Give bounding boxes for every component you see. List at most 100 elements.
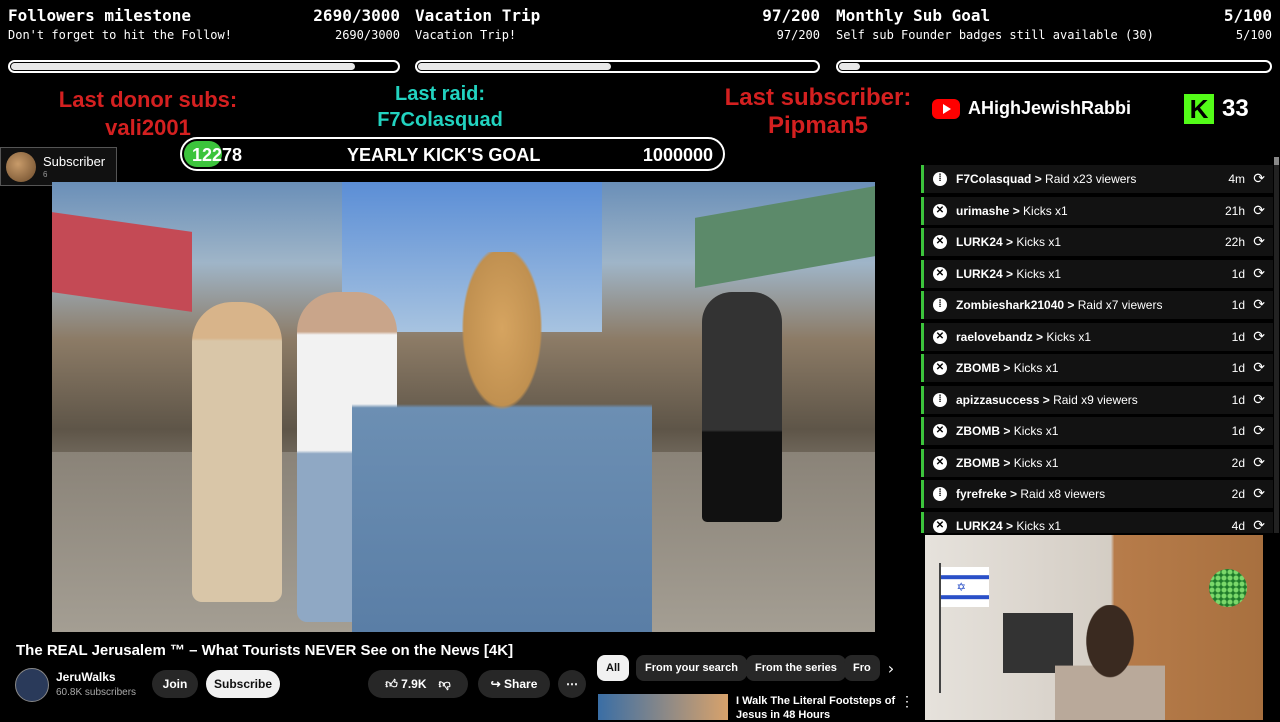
feed-time: 1d xyxy=(1231,392,1245,407)
replay-icon[interactable]: ⟳ xyxy=(1253,485,1265,502)
separator: > xyxy=(1002,266,1017,281)
chip-from-your-search[interactable]: From your search xyxy=(636,655,747,681)
subscribe-button[interactable]: Subscribe xyxy=(206,670,280,698)
replay-icon[interactable]: ⟳ xyxy=(1253,296,1265,313)
join-button[interactable]: Join xyxy=(152,670,198,698)
share-label: Share xyxy=(504,677,538,691)
feed-scrollbar-thumb[interactable] xyxy=(1274,157,1279,165)
thumbs-down-icon[interactable]: 👎︎ xyxy=(439,677,451,691)
goal-value: 2690/3000 xyxy=(313,6,400,25)
recommendation-title[interactable]: I Walk The Literal Footsteps of Jesus in… xyxy=(736,694,896,722)
feed-time: 1d xyxy=(1231,329,1245,344)
feed-user: LURK24 xyxy=(956,235,1003,249)
replay-icon[interactable]: ⟳ xyxy=(1253,328,1265,345)
streamer xyxy=(1055,605,1165,720)
feed-action: Raid x8 viewers xyxy=(1020,487,1106,501)
feed-action: Kicks x1 xyxy=(1013,361,1059,375)
feed-item-text: raelovebandz > Kicks x1 xyxy=(956,330,1091,344)
share-button[interactable]: ↪ Share xyxy=(478,670,550,698)
last-raid-name: F7Colasquad xyxy=(377,109,503,131)
feed-item: ✕ raelovebandz > Kicks x1 1d ⟳ xyxy=(921,322,1273,351)
subscriber-avatar xyxy=(6,152,36,182)
israel-flag-icon: ✡ xyxy=(941,567,989,607)
replay-icon[interactable]: ⟳ xyxy=(1253,265,1265,282)
replay-icon[interactable]: ⟳ xyxy=(1253,233,1265,250)
feed-item: ✕ ZBOMB > Kicks x1 1d ⟳ xyxy=(921,354,1273,382)
yearly-goal-label: YEARLY KICK'S GOAL xyxy=(347,145,541,165)
chevron-right-icon[interactable]: › xyxy=(886,659,896,678)
feed-item: ✕ ZBOMB > Kicks x1 1d ⟳ xyxy=(921,417,1273,445)
video-player[interactable] xyxy=(52,182,875,632)
subscriber-label: Subscriber xyxy=(43,154,106,169)
feed-action: Kicks x1 xyxy=(1013,455,1059,470)
goal-value-sub: 97/200 xyxy=(776,28,820,42)
feed-item: ⁞ apizzasuccess > Raid x9 viewers 1d ⟳ xyxy=(921,385,1273,414)
chip-more[interactable]: Fro xyxy=(844,655,880,681)
youtube-channel-badge: AHighJewishRabbi xyxy=(932,98,1131,119)
feed-action: Kicks x1 xyxy=(1016,235,1062,249)
like-count: 7.9K xyxy=(401,677,427,691)
yearly-goal-current: 12278 xyxy=(192,145,243,165)
channel-name[interactable]: JeruWalks xyxy=(56,670,116,684)
separator: > xyxy=(1031,172,1046,186)
kick-icon: ✕ xyxy=(933,235,947,249)
chip-from-the-series[interactable]: From the series xyxy=(746,655,846,681)
feed-user: fyrefreke xyxy=(956,487,1007,501)
replay-icon[interactable]: ⟳ xyxy=(1253,359,1265,376)
raid-icon: ⁞ xyxy=(933,172,947,186)
goal-value-sub: 5/100 xyxy=(1235,28,1272,42)
video-awning xyxy=(52,212,192,312)
replay-icon[interactable]: ⟳ xyxy=(1253,454,1265,471)
feed-item-text: ZBOMB > Kicks x1 xyxy=(956,361,1058,375)
feed-action: Kicks x1 xyxy=(1016,266,1062,281)
feed-time: 2d xyxy=(1231,487,1245,501)
replay-icon[interactable]: ⟳ xyxy=(1253,202,1265,219)
recommendation-thumbnail[interactable] xyxy=(598,694,728,720)
feed-action: Raid x23 viewers xyxy=(1045,172,1137,186)
kick-icon: ✕ xyxy=(933,455,947,470)
feed-user: LURK24 xyxy=(956,518,1003,533)
kick-icon: ✕ xyxy=(933,266,947,281)
thumbs-up-icon: 👍︎ xyxy=(385,677,402,691)
more-options-button[interactable]: ⋯ xyxy=(558,670,586,698)
feed-item: ✕ ZBOMB > Kicks x1 2d ⟳ xyxy=(921,448,1273,477)
feed-item: ✕ LURK24 > Kicks x1 1d ⟳ xyxy=(921,259,1273,288)
goal-value: 5/100 xyxy=(1223,6,1272,25)
goal-subtitle: Vacation Trip! xyxy=(415,28,517,42)
feed-item: ✕ LURK24 > Kicks x1 4d ⟳ xyxy=(921,511,1273,534)
channel-avatar[interactable] xyxy=(15,668,49,702)
youtube-logo-icon xyxy=(932,98,960,119)
feed-item-text: LURK24 > Kicks x1 xyxy=(956,267,1061,281)
separator: > xyxy=(1000,424,1014,438)
goal-monthly-sub: Monthly Sub Goal 5/100 Self sub Founder b… xyxy=(828,0,1280,82)
goal-value: 97/200 xyxy=(762,6,820,25)
kebab-menu-icon[interactable]: ⋮ xyxy=(900,694,914,710)
like-button[interactable]: 👍︎ 7.9K 👎︎ xyxy=(368,670,468,698)
last-raid-alert: Last raid: F7Colasquad xyxy=(350,81,530,133)
activity-feed: ⁞ F7Colasquad > Raid x23 viewers 4m ⟳ ✕ urima… xyxy=(921,163,1273,533)
channel-subscribers: 60.8K subscribers xyxy=(56,687,137,698)
last-donor-label: Last donor subs: xyxy=(58,87,238,112)
feed-user: ZBOMB xyxy=(956,361,1000,375)
feed-time: 2d xyxy=(1231,455,1245,470)
video-awning xyxy=(695,186,875,288)
goal-title: Vacation Trip xyxy=(415,6,541,25)
feed-item-text: LURK24 > Kicks x1 xyxy=(956,235,1061,249)
replay-icon[interactable]: ⟳ xyxy=(1253,391,1265,408)
feed-scrollbar[interactable] xyxy=(1274,157,1279,533)
replay-icon[interactable]: ⟳ xyxy=(1253,422,1265,439)
video-figure xyxy=(702,292,782,522)
separator: > xyxy=(1000,361,1014,375)
goal-title: Monthly Sub Goal xyxy=(836,6,991,25)
chip-all[interactable]: All xyxy=(597,655,630,681)
kick-icon: ✕ xyxy=(933,424,947,438)
yearly-kick-goal: 12278 YEARLY KICK'S GOAL 1000000 xyxy=(180,137,725,171)
feed-user: raelovebandz xyxy=(956,329,1033,344)
video-figure xyxy=(352,252,652,632)
yearly-goal-target: 1000000 xyxy=(642,145,713,165)
feed-user: apizzasuccess xyxy=(956,392,1040,407)
plant-decoration xyxy=(1209,569,1247,607)
separator: > xyxy=(1039,392,1054,407)
replay-icon[interactable]: ⟳ xyxy=(1253,517,1265,534)
replay-icon[interactable]: ⟳ xyxy=(1253,170,1265,187)
